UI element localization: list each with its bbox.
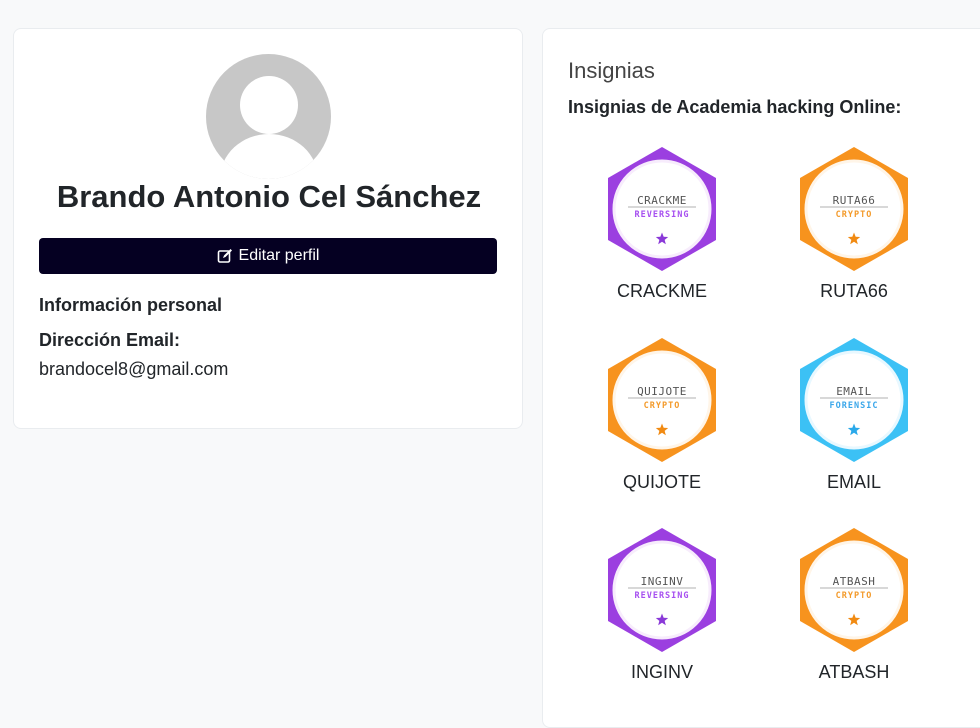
- badge-logo-text: INGINV: [641, 575, 684, 588]
- badge-label: CRACKME: [616, 281, 707, 301]
- user-avatar-icon: [206, 54, 331, 179]
- badge-label: ATBASH: [818, 662, 890, 682]
- edit-profile-button[interactable]: Editar perfil: [39, 238, 497, 274]
- badges-title: Insignias: [568, 58, 655, 83]
- badge-ruta66[interactable]: RUTA66 CRYPTO RUTA66: [774, 145, 934, 302]
- badge-logo-text: QUIJOTE: [637, 385, 687, 398]
- badge-category-text: CRYPTO: [644, 401, 681, 411]
- badge-category-text: REVERSING: [634, 210, 689, 220]
- badge-category-text: CRYPTO: [836, 591, 873, 601]
- edit-icon: [217, 248, 233, 264]
- badge-label: QUIJOTE: [622, 472, 701, 492]
- badge-icon: INGINV REVERSING: [608, 528, 716, 652]
- badge-icon: ATBASH CRYPTO: [800, 528, 908, 652]
- badge-email[interactable]: EMAIL FORENSIC EMAIL: [774, 336, 934, 493]
- profile-name: Brando Antonio Cel Sánchez: [56, 179, 482, 214]
- personal-info-title: Información personal: [39, 295, 223, 315]
- badge-logo-text: RUTA66: [833, 194, 876, 207]
- badge-label: INGINV: [630, 662, 693, 682]
- badge-logo-text: CRACKME: [637, 194, 687, 207]
- edit-profile-label: Editar perfil: [238, 247, 320, 264]
- badge-logo-text: EMAIL: [836, 385, 872, 398]
- badges-subtitle: Insignias de Academia hacking Online:: [568, 97, 902, 117]
- badge-quijote[interactable]: QUIJOTE CRYPTO QUIJOTE: [582, 336, 742, 493]
- badge-category-text: CRYPTO: [836, 210, 873, 220]
- badge-logo-text: ATBASH: [833, 575, 876, 588]
- badge-category-text: FORENSIC: [830, 401, 879, 411]
- badge-inginv[interactable]: INGINV REVERSING INGINV: [582, 526, 742, 683]
- email-label: Dirección Email:: [39, 330, 181, 350]
- badge-icon: QUIJOTE CRYPTO: [608, 338, 716, 462]
- badge-label: EMAIL: [826, 472, 882, 492]
- badge-atbash[interactable]: ATBASH CRYPTO ATBASH: [774, 526, 934, 683]
- badge-icon: RUTA66 CRYPTO: [800, 147, 908, 271]
- profile-card: Brando Antonio Cel Sánchez Editar perfil…: [13, 28, 523, 429]
- badge-icon: EMAIL FORENSIC: [800, 338, 908, 462]
- badge-crackme[interactable]: CRACKME REVERSING CRACKME: [582, 145, 742, 302]
- badge-label: RUTA66: [820, 281, 888, 301]
- badge-category-text: REVERSING: [634, 591, 689, 601]
- badge-icon: CRACKME REVERSING: [608, 147, 716, 271]
- email-value: brandocel8@gmail.com: [39, 359, 229, 379]
- badges-card: Insignias Insignias de Academia hacking …: [542, 28, 980, 728]
